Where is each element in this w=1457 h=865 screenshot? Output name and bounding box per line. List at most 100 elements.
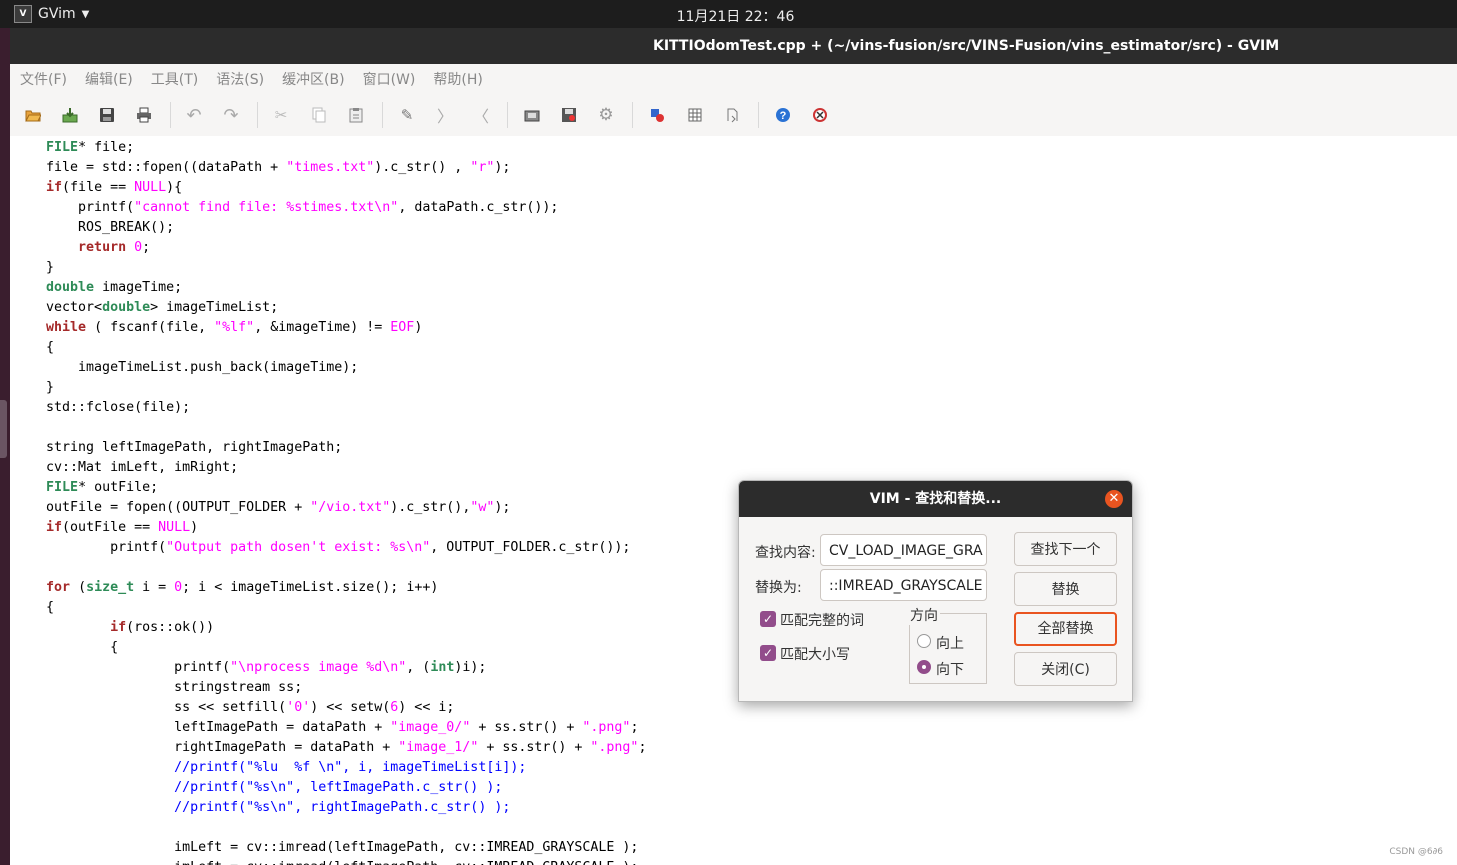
toolbar: ↶ ↷ ✂ ✎ 〉 〈 ⚙ ? [10, 94, 1457, 136]
direction-up-label[interactable]: 向上 [936, 633, 964, 653]
replace-input[interactable]: ::IMREAD_GRAYSCALE [820, 569, 987, 601]
code-line[interactable]: imLeft = cv::imread(leftImagePath, cv::I… [14, 838, 646, 858]
direction-down-radio[interactable] [917, 660, 931, 674]
code-token: imLeft = cv::imread(leftImagePath, cv::I… [14, 860, 638, 865]
code-line[interactable]: outFile = fopen((OUTPUT_FOLDER + "/vio.t… [14, 498, 646, 518]
find-prev-icon[interactable]: 〈 [472, 106, 490, 126]
code-line[interactable]: { [14, 638, 646, 658]
help-icon[interactable]: ? [774, 106, 792, 124]
direction-down-label[interactable]: 向下 [936, 659, 964, 679]
code-token: , &imageTime) != [254, 320, 391, 335]
menu-file[interactable]: 文件(F) [12, 69, 75, 89]
menu-buffers[interactable]: 缓冲区(B) [274, 69, 353, 89]
save-icon[interactable] [98, 106, 116, 124]
code-line[interactable]: //printf("%s\n", rightImagePath.c_str() … [14, 798, 646, 818]
code-line[interactable] [14, 558, 646, 578]
code-line[interactable]: if(file == NULL){ [14, 178, 646, 198]
code-line[interactable]: file = std::fopen((dataPath + "times.txt… [14, 158, 646, 178]
code-line[interactable]: rightImagePath = dataPath + "image_1/" +… [14, 738, 646, 758]
code-line[interactable]: imageTimeList.push_back(imageTime); [14, 358, 646, 378]
dock-handle[interactable] [0, 400, 7, 458]
code-line[interactable]: for (size_t i = 0; i < imageTimeList.siz… [14, 578, 646, 598]
find-next-icon[interactable]: 〉 [436, 106, 454, 126]
code-text[interactable]: FILE* file; file = std::fopen((dataPath … [14, 138, 646, 865]
code-line[interactable]: //printf("%s\n", leftImagePath.c_str() )… [14, 778, 646, 798]
code-token: )i); [454, 660, 487, 675]
code-token: ) << setw( [310, 700, 391, 715]
code-line[interactable]: printf("\nprocess image %d\n", (int)i); [14, 658, 646, 678]
find-help-icon[interactable] [811, 106, 829, 124]
code-line[interactable]: if(outFile == NULL) [14, 518, 646, 538]
code-token: ); [494, 500, 511, 515]
cut-icon[interactable]: ✂ [272, 106, 290, 124]
code-line[interactable] [14, 418, 646, 438]
code-line[interactable]: leftImagePath = dataPath + "image_0/" + … [14, 718, 646, 738]
code-line[interactable]: //printf("%lu %f \n", i, imageTimeList[i… [14, 758, 646, 778]
close-icon[interactable]: ✕ [1105, 490, 1123, 508]
match-case-checkbox[interactable]: ✓ [760, 645, 776, 661]
code-line[interactable]: printf("Output path dosen't exist: %s\n"… [14, 538, 646, 558]
dialog-title: VIM - 查找和替换... [869, 491, 1002, 507]
find-input[interactable]: CV_LOAD_IMAGE_GRA [820, 534, 987, 566]
print-icon[interactable] [135, 106, 153, 124]
whole-word-checkbox[interactable]: ✓ [760, 611, 776, 627]
code-token: rightImagePath = dataPath + [14, 740, 399, 755]
find-replace-icon[interactable]: ✎ [398, 106, 416, 124]
code-line[interactable]: { [14, 598, 646, 618]
code-line[interactable]: string leftImagePath, rightImagePath; [14, 438, 646, 458]
ctags-icon[interactable] [723, 106, 741, 124]
whole-word-label[interactable]: 匹配完整的词 [780, 610, 864, 630]
code-token: outFile = fopen((OUTPUT_FOLDER + [14, 500, 311, 515]
code-line[interactable]: } [14, 378, 646, 398]
code-token: ; [630, 720, 639, 735]
menu-edit[interactable]: 编辑(E) [77, 69, 141, 89]
load-session-icon[interactable] [523, 106, 541, 124]
code-token: { [14, 600, 55, 615]
menu-window[interactable]: 窗口(W) [355, 69, 424, 89]
code-line[interactable]: FILE* file; [14, 138, 646, 158]
code-line[interactable]: imLeft = cv::imread(leftImagePath, cv::I… [14, 858, 646, 865]
shell-icon[interactable] [686, 106, 704, 124]
redo-icon[interactable]: ↷ [222, 105, 240, 126]
code-line[interactable]: printf("cannot find file: %stimes.txt\n"… [14, 198, 646, 218]
menu-syntax[interactable]: 语法(S) [208, 69, 272, 89]
close-button[interactable]: 关闭(C) [1014, 652, 1117, 686]
open-file-icon[interactable] [24, 106, 42, 124]
code-line[interactable]: return 0; [14, 238, 646, 258]
menu-help[interactable]: 帮助(H) [425, 69, 490, 89]
code-token: + ss.str() + [470, 720, 583, 735]
save-download-icon[interactable] [61, 106, 79, 124]
code-line[interactable]: while ( fscanf(file, "%lf", &imageTime) … [14, 318, 646, 338]
code-line[interactable]: double imageTime; [14, 278, 646, 298]
window-title-bar[interactable]: KITTIOdomTest.cpp + (~/vins-fusion/src/V… [10, 28, 1457, 64]
code-token: ; [638, 740, 647, 755]
code-line[interactable]: { [14, 338, 646, 358]
editor-area[interactable]: FILE* file; file = std::fopen((dataPath … [10, 136, 1457, 865]
code-line[interactable]: ss << setfill('0') << setw(6) << i; [14, 698, 646, 718]
replace-all-button[interactable]: 全部替换 [1014, 612, 1117, 646]
menu-tools[interactable]: 工具(T) [143, 69, 206, 89]
replace-button[interactable]: 替换 [1014, 572, 1117, 606]
make-icon[interactable] [648, 106, 666, 124]
find-next-button[interactable]: 查找下一个 [1014, 532, 1117, 566]
copy-icon[interactable] [310, 106, 328, 124]
code-line[interactable]: cv::Mat imLeft, imRight; [14, 458, 646, 478]
code-line[interactable]: FILE* outFile; [14, 478, 646, 498]
clock[interactable]: 11月21日 22：46 [0, 6, 1457, 26]
undo-icon[interactable]: ↶ [185, 105, 203, 126]
dialog-title-bar[interactable]: VIM - 查找和替换... ✕ [739, 481, 1132, 517]
save-session-icon[interactable] [560, 106, 578, 124]
run-script-icon[interactable]: ⚙ [597, 105, 615, 125]
code-line[interactable]: std::fclose(file); [14, 398, 646, 418]
paste-icon[interactable] [347, 106, 365, 124]
code-token: + ss.str() + [478, 740, 591, 755]
match-case-label[interactable]: 匹配大小写 [780, 644, 850, 664]
direction-up-radio[interactable] [917, 634, 931, 648]
code-line[interactable]: stringstream ss; [14, 678, 646, 698]
code-line[interactable] [14, 818, 646, 838]
code-line[interactable]: if(ros::ok()) [14, 618, 646, 638]
code-line[interactable]: } [14, 258, 646, 278]
code-line[interactable]: ROS_BREAK(); [14, 218, 646, 238]
code-line[interactable]: vector<double> imageTimeList; [14, 298, 646, 318]
